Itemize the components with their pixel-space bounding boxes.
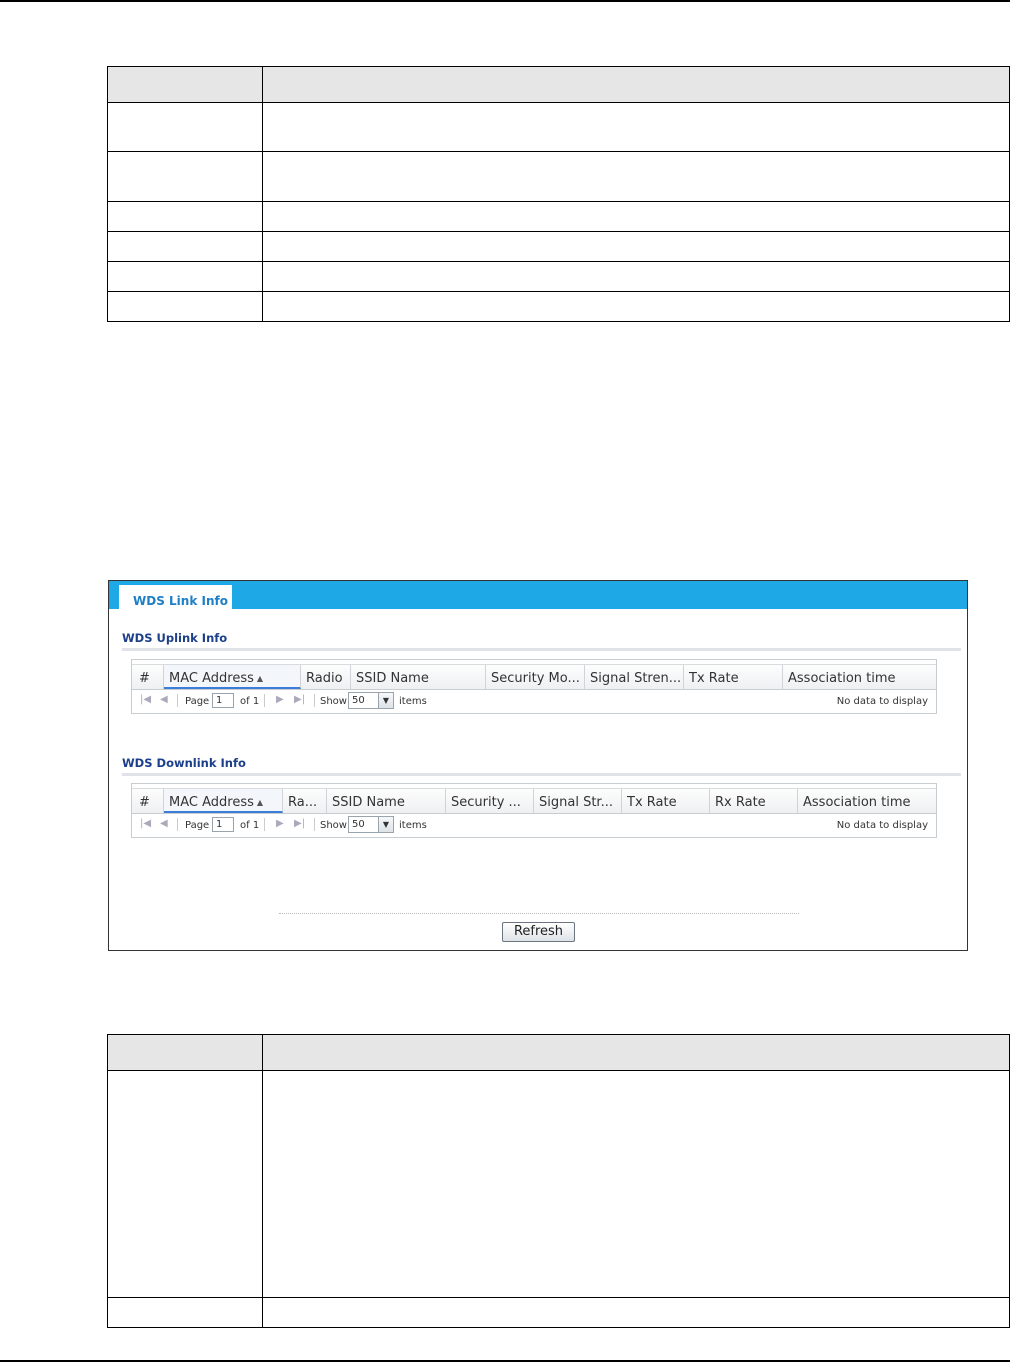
- items-label: items: [399, 820, 427, 831]
- downlink-col-radio[interactable]: Ra...: [283, 789, 327, 813]
- chevron-down-icon[interactable]: ▼: [378, 693, 393, 708]
- pager-separator: [264, 694, 265, 707]
- uplink-pager: |◀ ◀ Page 1 of 1 ▶ ▶| Show 50 ▼ items No …: [132, 689, 936, 713]
- uplink-col-mac-label: MAC Address: [169, 671, 254, 686]
- uplink-col-association-time[interactable]: Association time: [783, 665, 936, 689]
- prev-page-icon[interactable]: ◀: [160, 818, 168, 829]
- pager-separator: [264, 818, 265, 831]
- downlink-section-rule: [122, 773, 961, 776]
- downlink-col-mac-label: MAC Address: [169, 795, 254, 810]
- refresh-button[interactable]: Refresh: [502, 922, 575, 942]
- pager-separator: [314, 818, 315, 831]
- downlink-col-tx-rate[interactable]: Tx Rate: [622, 789, 710, 813]
- wds-link-info-panel: WDS Link Info WDS Uplink Info # MAC Addr…: [108, 580, 968, 951]
- first-page-icon[interactable]: |◀: [140, 694, 151, 705]
- page-bottom-rule: [0, 1360, 1010, 1362]
- page-size-select[interactable]: 50 ▼: [348, 692, 394, 709]
- downlink-col-association-time[interactable]: Association time: [798, 789, 936, 813]
- uplink-col-tx-rate[interactable]: Tx Rate: [684, 665, 783, 689]
- page-count-label: of 1: [240, 820, 260, 831]
- next-page-icon[interactable]: ▶: [276, 818, 284, 829]
- items-label: items: [399, 696, 427, 707]
- tab-bar: WDS Link Info: [109, 581, 967, 612]
- page-count-label: of 1: [240, 696, 260, 707]
- uplink-col-radio[interactable]: Radio: [301, 665, 351, 689]
- downlink-grid-header: # MAC Address ▲ Ra... SSID Name Security …: [132, 788, 936, 814]
- prev-page-icon[interactable]: ◀: [160, 694, 168, 705]
- uplink-section-rule: [122, 648, 961, 651]
- uplink-grid-header: # MAC Address ▲ Radio SSID Name Security …: [132, 664, 936, 690]
- downlink-col-rx-rate[interactable]: Rx Rate: [710, 789, 798, 813]
- downlink-col-mac-address[interactable]: MAC Address ▲: [164, 789, 283, 813]
- downlink-col-security-mode[interactable]: Security ...: [446, 789, 534, 813]
- next-page-icon[interactable]: ▶: [276, 694, 284, 705]
- page-number-input[interactable]: 1: [212, 817, 234, 832]
- uplink-col-mac-address[interactable]: MAC Address ▲: [164, 665, 301, 689]
- empty-message: No data to display: [836, 696, 928, 707]
- uplink-grid: # MAC Address ▲ Radio SSID Name Security …: [131, 659, 937, 714]
- page-size-value: 50: [352, 695, 365, 706]
- uplink-section-title: WDS Uplink Info: [122, 631, 228, 645]
- uplink-col-security-mode[interactable]: Security Mo...: [486, 665, 585, 689]
- last-page-icon[interactable]: ▶|: [294, 694, 305, 705]
- pager-separator: [177, 694, 178, 707]
- empty-message: No data to display: [836, 820, 928, 831]
- uplink-col-signal-strength[interactable]: Signal Stren...: [585, 665, 684, 689]
- page-number-input[interactable]: 1: [212, 693, 234, 708]
- button-divider: [279, 913, 799, 914]
- downlink-pager: |◀ ◀ Page 1 of 1 ▶ ▶| Show 50 ▼ items No …: [132, 813, 936, 837]
- tab-wds-link-info[interactable]: WDS Link Info: [119, 585, 232, 612]
- pager-separator: [314, 694, 315, 707]
- page-size-value: 50: [352, 819, 365, 830]
- downlink-col-ssid-name[interactable]: SSID Name: [327, 789, 446, 813]
- downlink-col-signal-strength[interactable]: Signal Str...: [534, 789, 622, 813]
- pager-separator: [177, 818, 178, 831]
- downlink-grid: # MAC Address ▲ Ra... SSID Name Security …: [131, 783, 937, 838]
- downlink-col-index[interactable]: #: [132, 789, 164, 813]
- field-description-table-top: [107, 66, 1010, 322]
- page-label: Page: [185, 696, 210, 707]
- page-size-select[interactable]: 50 ▼: [348, 816, 394, 833]
- page-top-rule: [0, 0, 1010, 2]
- last-page-icon[interactable]: ▶|: [294, 818, 305, 829]
- field-description-table-bottom: [107, 1034, 1010, 1328]
- show-label: Show: [320, 696, 347, 707]
- uplink-col-index[interactable]: #: [132, 665, 164, 689]
- chevron-down-icon[interactable]: ▼: [378, 817, 393, 832]
- sort-ascending-icon: ▲: [256, 674, 264, 683]
- sort-ascending-icon: ▲: [256, 798, 264, 807]
- first-page-icon[interactable]: |◀: [140, 818, 151, 829]
- downlink-section-title: WDS Downlink Info: [122, 756, 246, 770]
- show-label: Show: [320, 820, 347, 831]
- uplink-col-ssid-name[interactable]: SSID Name: [351, 665, 486, 689]
- page-label: Page: [185, 820, 210, 831]
